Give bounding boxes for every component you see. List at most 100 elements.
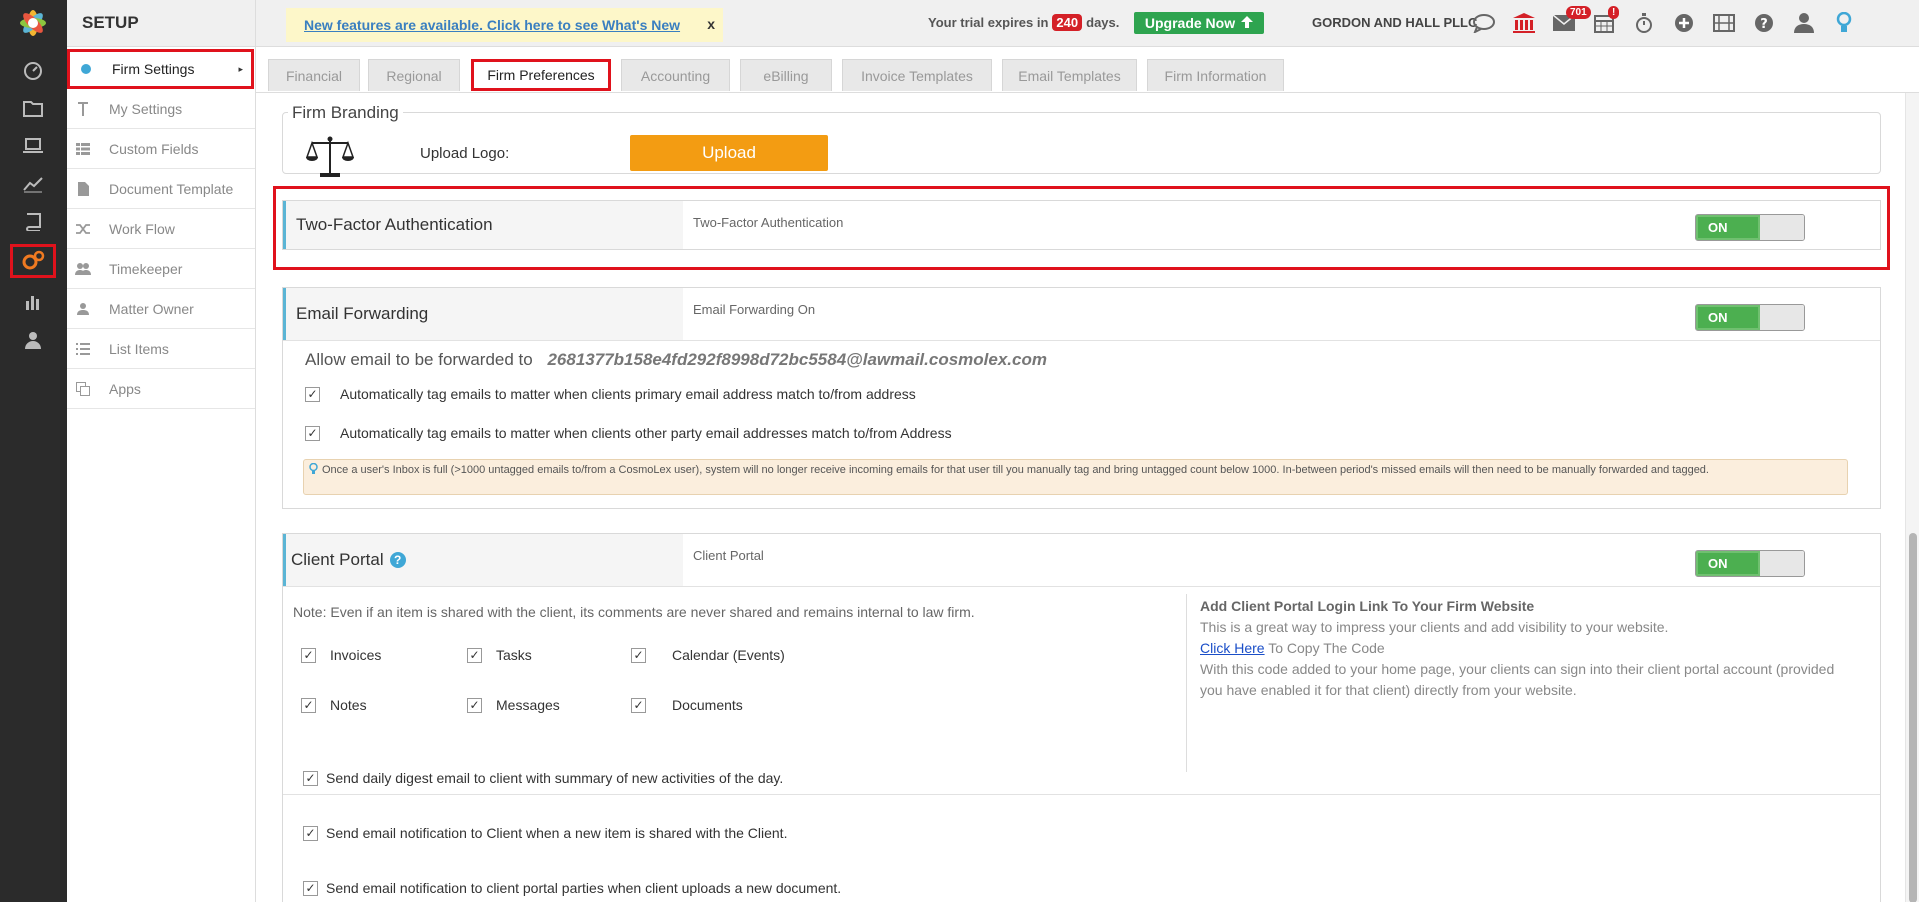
chat-icon[interactable] bbox=[1464, 8, 1504, 38]
trial-suffix: days. bbox=[1086, 15, 1120, 30]
sidebar-item-apps[interactable]: Apps bbox=[67, 369, 255, 409]
add-circle-icon[interactable] bbox=[1664, 8, 1704, 38]
tab-regional[interactable]: Regional bbox=[368, 59, 460, 91]
email-forwarding-title: Email Forwarding bbox=[283, 288, 683, 340]
whats-new-link[interactable]: New features are available. Click here t… bbox=[304, 17, 680, 33]
share-notes-checkbox[interactable]: ✓ bbox=[301, 697, 316, 713]
share-calendar-option[interactable]: ✓ Calendar (Events) bbox=[631, 647, 785, 663]
share-tasks-checkbox[interactable]: ✓ bbox=[467, 647, 482, 663]
bank-icon[interactable] bbox=[1504, 8, 1544, 38]
film-icon[interactable] bbox=[1704, 8, 1744, 38]
share-notes-option[interactable]: ✓ Notes bbox=[301, 697, 367, 713]
shared-item-notification-option[interactable]: ✓ Send email notification to Client when… bbox=[303, 825, 787, 841]
sidebar-item-label: List Items bbox=[109, 340, 169, 357]
click-here-link[interactable]: Click Here bbox=[1200, 640, 1265, 656]
firm-settings-icon bbox=[78, 61, 94, 77]
share-invoices-label: Invoices bbox=[330, 647, 382, 663]
book-icon[interactable] bbox=[10, 205, 56, 239]
share-documents-checkbox[interactable]: ✓ bbox=[631, 697, 646, 713]
sidebar-item-custom-fields[interactable]: Custom Fields bbox=[67, 129, 255, 169]
share-messages-option[interactable]: ✓ Messages bbox=[467, 697, 560, 713]
sidebar-item-firm-settings[interactable]: Firm Settings ▸ bbox=[67, 49, 254, 89]
email-forwarding-toggle[interactable]: ON bbox=[1695, 304, 1805, 331]
tab-ebilling[interactable]: eBilling bbox=[740, 59, 832, 91]
app-logo-icon[interactable] bbox=[14, 4, 52, 42]
stopwatch-icon[interactable] bbox=[1624, 8, 1664, 38]
client-portal-title-text: Client Portal bbox=[291, 550, 384, 569]
upload-notification-label: Send email notification to client portal… bbox=[326, 880, 842, 896]
share-calendar-label: Calendar (Events) bbox=[672, 647, 785, 663]
user-icon[interactable] bbox=[10, 323, 56, 357]
settings-gears-icon[interactable] bbox=[10, 244, 56, 278]
user-icon bbox=[75, 301, 91, 317]
trial-prefix: Your trial expires in bbox=[928, 15, 1049, 30]
auto-tag-other-checkbox[interactable]: ✓ bbox=[305, 425, 320, 441]
dashboard-icon[interactable] bbox=[10, 53, 56, 87]
help-icon[interactable]: ? bbox=[1744, 8, 1784, 38]
sidebar-item-work-flow[interactable]: Work Flow bbox=[67, 209, 255, 249]
upgrade-label: Upgrade Now bbox=[1144, 15, 1236, 31]
trial-status: Your trial expires in 240 days. bbox=[928, 14, 1119, 31]
document-icon bbox=[75, 181, 91, 197]
upgrade-now-button[interactable]: Upgrade Now bbox=[1134, 12, 1264, 34]
tab-accounting[interactable]: Accounting bbox=[621, 59, 730, 91]
scrollbar-thumb[interactable] bbox=[1909, 533, 1917, 902]
mail-icon[interactable]: 701 bbox=[1544, 6, 1591, 38]
tab-financial[interactable]: Financial bbox=[268, 59, 360, 91]
apps-icon bbox=[75, 381, 91, 397]
settings-tabs: Financial Regional Firm Preferences Acco… bbox=[256, 47, 1919, 93]
daily-digest-option[interactable]: ✓ Send daily digest email to client with… bbox=[303, 770, 783, 786]
chart-line-icon[interactable] bbox=[10, 167, 56, 201]
sidebar-item-timekeeper[interactable]: Timekeeper bbox=[67, 249, 255, 289]
sidebar-item-label: My Settings bbox=[109, 100, 183, 117]
forward-email-address: 2681377b158e4fd292f8998d72bc5584@lawmail… bbox=[547, 350, 1047, 369]
question-circle-icon[interactable]: ? bbox=[389, 552, 406, 568]
auto-tag-primary-checkbox[interactable]: ✓ bbox=[305, 386, 320, 402]
portal-login-link-block: Add Client Portal Login Link To Your Fir… bbox=[1200, 596, 1860, 701]
lightbulb-icon bbox=[309, 462, 318, 480]
sidebar-item-list-items[interactable]: List Items bbox=[67, 329, 255, 369]
upload-notification-checkbox[interactable]: ✓ bbox=[303, 880, 318, 896]
tab-firm-preferences[interactable]: Firm Preferences bbox=[471, 59, 611, 91]
vertical-scrollbar[interactable] bbox=[1905, 93, 1919, 902]
sidebar-item-my-settings[interactable]: My Settings bbox=[67, 89, 255, 129]
calendar-alert-badge: ! bbox=[1608, 6, 1620, 19]
sidebar-item-document-template[interactable]: Document Template bbox=[67, 169, 255, 209]
laptop-icon[interactable] bbox=[10, 129, 56, 163]
inbox-limit-text: Once a user's Inbox is full (>1000 untag… bbox=[322, 464, 1709, 476]
share-calendar-checkbox[interactable]: ✓ bbox=[631, 647, 646, 663]
tab-firm-information[interactable]: Firm Information bbox=[1147, 59, 1284, 91]
two-factor-title: Two-Factor Authentication bbox=[283, 201, 683, 249]
email-forwarding-panel: Email Forwarding Email Forwarding On ON … bbox=[282, 287, 1881, 509]
shared-item-notification-checkbox[interactable]: ✓ bbox=[303, 825, 318, 841]
auto-tag-primary-option[interactable]: ✓ Automatically tag emails to matter whe… bbox=[305, 386, 916, 402]
close-notice-button[interactable]: x bbox=[707, 16, 715, 32]
top-bar: New features are available. Click here t… bbox=[256, 0, 1919, 47]
toggle-on-label: ON bbox=[1696, 215, 1760, 240]
client-portal-toggle[interactable]: ON bbox=[1695, 550, 1805, 577]
profile-icon[interactable] bbox=[1784, 8, 1824, 38]
tab-email-templates[interactable]: Email Templates bbox=[1002, 59, 1137, 91]
sidebar-item-label: Timekeeper bbox=[109, 260, 183, 277]
lightbulb-icon[interactable] bbox=[1824, 8, 1864, 38]
share-tasks-option[interactable]: ✓ Tasks bbox=[467, 647, 532, 663]
share-messages-checkbox[interactable]: ✓ bbox=[467, 697, 482, 713]
auto-tag-other-option[interactable]: ✓ Automatically tag emails to matter whe… bbox=[305, 425, 952, 441]
shared-item-notification-label: Send email notification to Client when a… bbox=[326, 825, 788, 841]
share-invoices-option[interactable]: ✓ Invoices bbox=[301, 647, 381, 663]
tab-invoice-templates[interactable]: Invoice Templates bbox=[842, 59, 992, 91]
upload-notification-option[interactable]: ✓ Send email notification to client port… bbox=[303, 880, 841, 896]
share-invoices-checkbox[interactable]: ✓ bbox=[301, 647, 316, 663]
setup-sidebar: SETUP Firm Settings ▸ My Settings Custom… bbox=[67, 0, 256, 902]
user-settings-icon bbox=[75, 101, 91, 117]
upload-logo-label: Upload Logo: bbox=[420, 145, 510, 162]
calendar-icon[interactable]: ! bbox=[1584, 6, 1624, 38]
folder-icon[interactable] bbox=[10, 91, 56, 125]
share-documents-option[interactable]: ✓ Documents bbox=[631, 697, 743, 713]
vertical-divider bbox=[1186, 594, 1187, 772]
daily-digest-checkbox[interactable]: ✓ bbox=[303, 770, 318, 786]
upload-button[interactable]: Upload bbox=[630, 135, 828, 171]
two-factor-toggle[interactable]: ON bbox=[1695, 214, 1805, 241]
sidebar-item-matter-owner[interactable]: Matter Owner bbox=[67, 289, 255, 329]
bar-chart-icon[interactable] bbox=[10, 285, 56, 319]
